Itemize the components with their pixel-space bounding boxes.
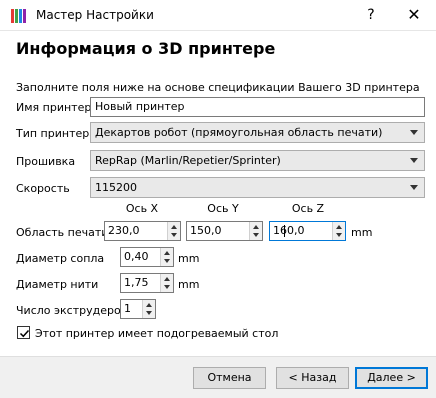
filament-diameter-label: Диаметр нити [16, 278, 99, 291]
close-button[interactable]: ✕ [399, 4, 429, 26]
nozzle-diameter-spinbox[interactable]: 0,40 [120, 247, 174, 267]
printer-name-label: Имя принтера [16, 101, 99, 114]
area-x-value: 230,0 [108, 224, 140, 237]
back-button[interactable]: < Назад [276, 367, 349, 389]
firmware-value: RepRap (Marlin/Repetier/Sprinter) [95, 154, 281, 167]
firmware-label: Прошивка [16, 155, 76, 168]
heated-bed-checkbox[interactable] [17, 326, 30, 339]
area-x-spinbox[interactable]: 230,0 [104, 221, 181, 241]
arrow-down-icon[interactable] [164, 285, 170, 289]
chevron-down-icon [410, 158, 418, 163]
filament-diameter-spinbox[interactable]: 1,75 [120, 273, 174, 293]
arrow-down-icon[interactable] [253, 233, 259, 237]
speed-select[interactable]: 115200 [90, 177, 425, 198]
text-caret [284, 225, 285, 237]
extruders-stepper[interactable] [142, 300, 155, 318]
axis-z-header: Ось Z [291, 202, 325, 215]
page-heading: Информация о 3D принтере [16, 39, 276, 58]
area-unit-label: mm [351, 226, 373, 239]
print-area-label: Область печати [16, 226, 109, 239]
printer-type-value: Декартов робот (прямоугольная область пе… [95, 126, 383, 139]
nozzle-diameter-label: Диаметр сопла [16, 252, 105, 265]
area-z-stepper[interactable] [332, 222, 345, 240]
arrow-up-icon[interactable] [164, 251, 170, 255]
arrow-up-icon[interactable] [253, 225, 259, 229]
arrow-down-icon[interactable] [164, 259, 170, 263]
speed-value: 115200 [95, 181, 137, 194]
help-button[interactable]: ? [359, 4, 383, 26]
page-hint: Заполните поля ниже на основе спецификац… [16, 81, 420, 94]
logo-bar-red [11, 9, 14, 23]
extruders-spinbox[interactable]: 1 [120, 299, 156, 319]
printer-name-input[interactable]: Новый принтер [90, 97, 425, 117]
heated-bed-label: Этот принтер имеет подогреваемый стол [35, 327, 279, 340]
next-button[interactable]: Далее > [355, 367, 428, 389]
logo-bar-purple [23, 9, 26, 23]
area-y-spinbox[interactable]: 150,0 [186, 221, 263, 241]
arrow-up-icon[interactable] [171, 225, 177, 229]
area-y-stepper[interactable] [249, 222, 262, 240]
area-z-value: 160,0 [273, 224, 305, 237]
arrow-up-icon[interactable] [164, 277, 170, 281]
window-title: Мастер Настройки [36, 8, 154, 22]
filament-unit-label: mm [178, 278, 200, 291]
axis-x-header: Ось X [125, 202, 159, 215]
area-z-spinbox[interactable]: 160,0 [269, 221, 346, 241]
extruders-label: Число экструдеров [16, 304, 128, 317]
arrow-up-icon[interactable] [336, 225, 342, 229]
filament-diameter-value: 1,75 [124, 276, 149, 289]
printer-type-select[interactable]: Декартов робот (прямоугольная область пе… [90, 122, 425, 143]
printer-type-label: Тип принтера [16, 127, 96, 140]
cancel-button[interactable]: Отмена [193, 367, 266, 389]
filament-diameter-stepper[interactable] [160, 274, 173, 292]
logo-bar-green [15, 9, 18, 23]
arrow-down-icon[interactable] [146, 311, 152, 315]
nozzle-diameter-value: 0,40 [124, 250, 149, 263]
chevron-down-icon [410, 185, 418, 190]
speed-label: Скорость [16, 182, 70, 195]
firmware-select[interactable]: RepRap (Marlin/Repetier/Sprinter) [90, 150, 425, 171]
nozzle-unit-label: mm [178, 252, 200, 265]
logo-bar-blue [19, 9, 22, 23]
checkmark-icon [19, 329, 30, 338]
title-bar: Мастер Настройки ? ✕ [0, 0, 436, 31]
axis-y-header: Ось Y [207, 202, 239, 215]
app-logo-icon [11, 8, 27, 24]
arrow-down-icon[interactable] [336, 233, 342, 237]
area-x-stepper[interactable] [167, 222, 180, 240]
arrow-up-icon[interactable] [146, 303, 152, 307]
area-y-value: 150,0 [190, 224, 222, 237]
arrow-down-icon[interactable] [171, 233, 177, 237]
extruders-value: 1 [124, 302, 131, 315]
chevron-down-icon [410, 130, 418, 135]
nozzle-diameter-stepper[interactable] [160, 248, 173, 266]
